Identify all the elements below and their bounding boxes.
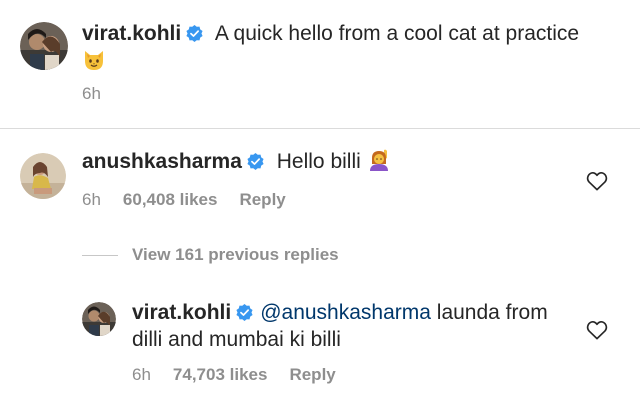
person-raising-hand-emoji-icon [367, 148, 391, 172]
verified-badge-icon [236, 304, 253, 321]
reply-meta: 6h 74,703 likes Reply [132, 365, 358, 385]
divider [0, 128, 640, 129]
cat-face-emoji-icon [82, 48, 106, 72]
view-previous-replies-button[interactable]: View 161 previous replies [132, 245, 339, 265]
caption-text: virat.kohli A quick hello from a cool ca… [82, 20, 622, 76]
comment-body: Hello billi [270, 150, 367, 173]
avatar[interactable] [20, 22, 68, 70]
reply-text: virat.kohli @anushkasharma launda from di… [132, 299, 562, 353]
like-heart-icon[interactable] [586, 171, 608, 191]
post-caption: virat.kohli A quick hello from a cool ca… [0, 0, 640, 128]
comment-text: anushkasharma Hello billi [82, 148, 562, 176]
mention-link[interactable]: @anushkasharma [260, 301, 431, 324]
caption-body: A quick hello from a cool cat at practic… [210, 22, 580, 45]
avatar[interactable] [82, 302, 116, 336]
reply-username[interactable]: virat.kohli [132, 301, 231, 324]
comment-meta: 6h 60,408 likes Reply [82, 190, 308, 210]
reply-button[interactable]: Reply [289, 365, 335, 385]
verified-badge-icon [186, 25, 203, 42]
view-replies-line [82, 255, 118, 256]
reply-timestamp: 6h [132, 365, 151, 384]
comment-likes[interactable]: 60,408 likes [123, 190, 218, 210]
reply-likes[interactable]: 74,703 likes [173, 365, 268, 385]
caption-username[interactable]: virat.kohli [82, 22, 181, 45]
caption-timestamp: 6h [82, 84, 101, 103]
reply-button[interactable]: Reply [239, 190, 285, 210]
comment-username[interactable]: anushkasharma [82, 150, 242, 173]
verified-badge-icon [247, 153, 264, 170]
comment-timestamp: 6h [82, 190, 101, 209]
avatar[interactable] [20, 153, 66, 199]
like-heart-icon[interactable] [586, 320, 608, 340]
